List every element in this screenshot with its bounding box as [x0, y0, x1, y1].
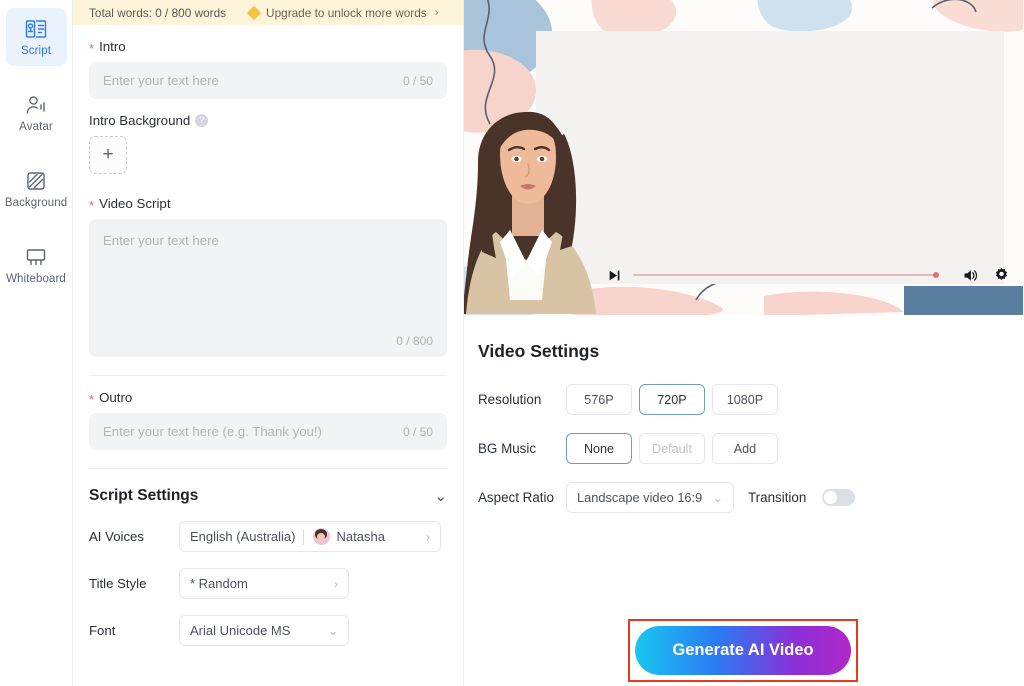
required-mark: * [89, 41, 95, 56]
whiteboard-icon [24, 245, 48, 269]
video-script-textarea[interactable]: Enter your text here 0 / 800 [89, 219, 447, 357]
gear-icon[interactable] [993, 267, 1010, 284]
sidebar-item-label: Background [4, 196, 68, 209]
outro-label-text: Outro [99, 390, 133, 405]
add-intro-background-button[interactable]: + [89, 136, 127, 174]
transition-toggle[interactable] [822, 489, 856, 506]
bg-music-label: BG Music [478, 441, 537, 456]
video-script-label-text: Video Script [99, 196, 171, 211]
script-panel: Total words: 0 / 800 words Upgrade to un… [73, 0, 464, 686]
intro-label-text: Intro [99, 39, 126, 54]
sidebar-item-background[interactable]: Background [4, 160, 68, 218]
resolution-option-1080p[interactable]: 1080P [712, 384, 778, 415]
video-settings-title: Video Settings [478, 341, 600, 361]
video-script-counter: 0 / 800 [396, 334, 433, 348]
sidebar-item-whiteboard[interactable]: Whiteboard [6, 236, 67, 294]
word-count-banner: Total words: 0 / 800 words Upgrade to un… [73, 0, 463, 25]
bg-music-row: BG Music None Default Add [478, 433, 1024, 464]
title-style-label: Title Style [89, 576, 147, 591]
intro-placeholder: Enter your text here [103, 73, 219, 88]
chevron-down-icon: ⌄ [712, 490, 723, 505]
video-preview [464, 0, 1024, 315]
resolution-label: Resolution [478, 392, 542, 407]
section-divider [89, 375, 447, 376]
upgrade-link[interactable]: Upgrade to unlock more words › [246, 5, 439, 20]
intro-section: * Intro Enter your text here 0 / 50 Intr… [73, 39, 463, 469]
upgrade-label: Upgrade to unlock more words [266, 5, 427, 20]
chevron-right-icon: › [426, 529, 430, 544]
intro-background-label-text: Intro Background [89, 113, 191, 128]
ai-voices-label: AI Voices [89, 529, 144, 544]
progress-slider[interactable] [633, 272, 939, 278]
resolution-row: Resolution 576P 720P 1080P [478, 384, 1024, 415]
help-icon[interactable]: ? [195, 114, 209, 127]
left-icon-rail: Script Avatar Background Whiteboard [0, 0, 73, 686]
font-select[interactable]: Arial Unicode MS ⌄ [179, 615, 349, 646]
script-icon [24, 17, 48, 41]
font-row: Font Arial Unicode MS ⌄ [73, 615, 463, 646]
video-script-label: * Video Script [89, 196, 447, 213]
bg-music-option-none[interactable]: None [566, 433, 632, 464]
video-script-placeholder: Enter your text here [103, 233, 219, 248]
outro-label: * Outro [89, 390, 447, 407]
bg-music-option-default[interactable]: Default [639, 433, 705, 464]
title-style-value: * Random [190, 576, 248, 591]
bg-music-option-add[interactable]: Add [712, 433, 778, 464]
title-style-row: Title Style * Random › [73, 568, 463, 599]
resolution-option-576p[interactable]: 576P [566, 384, 632, 415]
avatar-icon [24, 93, 48, 117]
outro-input[interactable]: Enter your text here (e.g. Thank you!) 0… [89, 413, 447, 450]
ai-voices-select[interactable]: English (Australia) Natasha › [179, 521, 441, 552]
resolution-option-720p[interactable]: 720P [639, 384, 705, 415]
generate-ai-video-button[interactable]: Generate AI Video [635, 626, 851, 675]
intro-label: * Intro [89, 39, 447, 56]
skip-next-icon[interactable] [608, 269, 621, 282]
background-icon [24, 169, 48, 193]
title-style-select[interactable]: * Random › [179, 568, 349, 599]
intro-counter: 0 / 50 [402, 73, 433, 88]
ai-voices-name: Natasha [336, 529, 385, 544]
aspect-ratio-select[interactable]: Landscape video 16:9 ⌄ [566, 482, 734, 513]
chevron-right-icon: › [334, 576, 338, 591]
ai-voices-language: English (Australia) [190, 529, 296, 544]
sidebar-item-label: Script [21, 44, 51, 57]
diamond-icon [246, 5, 262, 20]
font-value: Arial Unicode MS [190, 623, 291, 638]
chevron-down-icon: ⌄ [434, 488, 447, 505]
app-root: Script Avatar Background Whiteboard Tota… [0, 0, 1024, 686]
right-pane: Video Settings Resolution 576P 720P 1080… [464, 0, 1024, 686]
aspect-ratio-value: Landscape video 16:9 [577, 490, 703, 505]
aspect-ratio-row: Aspect Ratio Landscape video 16:9 ⌄ Tran… [478, 482, 1024, 513]
sidebar-item-script[interactable]: Script [5, 8, 67, 66]
intro-input[interactable]: Enter your text here 0 / 50 [89, 62, 447, 99]
ai-voices-row: AI Voices English (Australia) Natasha › [73, 521, 463, 552]
chevron-down-icon: ⌄ [327, 623, 338, 638]
intro-background-label: Intro Background ? [89, 113, 447, 128]
required-mark: * [89, 392, 95, 407]
total-words-text: Total words: 0 / 800 words [89, 5, 227, 20]
voice-avatar [312, 528, 330, 545]
outro-counter: 0 / 50 [402, 424, 433, 439]
separator [302, 528, 304, 545]
font-label: Font [89, 623, 116, 638]
chevron-right-icon: › [434, 6, 439, 19]
sidebar-item-label: Whiteboard [6, 272, 66, 285]
script-settings-title: Script Settings [89, 487, 199, 504]
volume-icon[interactable] [962, 267, 979, 284]
sidebar-item-label: Avatar [19, 120, 53, 133]
aspect-ratio-label: Aspect Ratio [478, 490, 554, 505]
transition-label: Transition [748, 490, 807, 505]
sidebar-item-avatar[interactable]: Avatar [6, 84, 67, 142]
script-settings-header[interactable]: Script Settings ⌄ [73, 487, 463, 505]
required-mark: * [89, 198, 95, 213]
video-player-controls [536, 258, 1024, 292]
outro-placeholder: Enter your text here (e.g. Thank you!) [103, 424, 322, 439]
section-divider [89, 468, 447, 469]
